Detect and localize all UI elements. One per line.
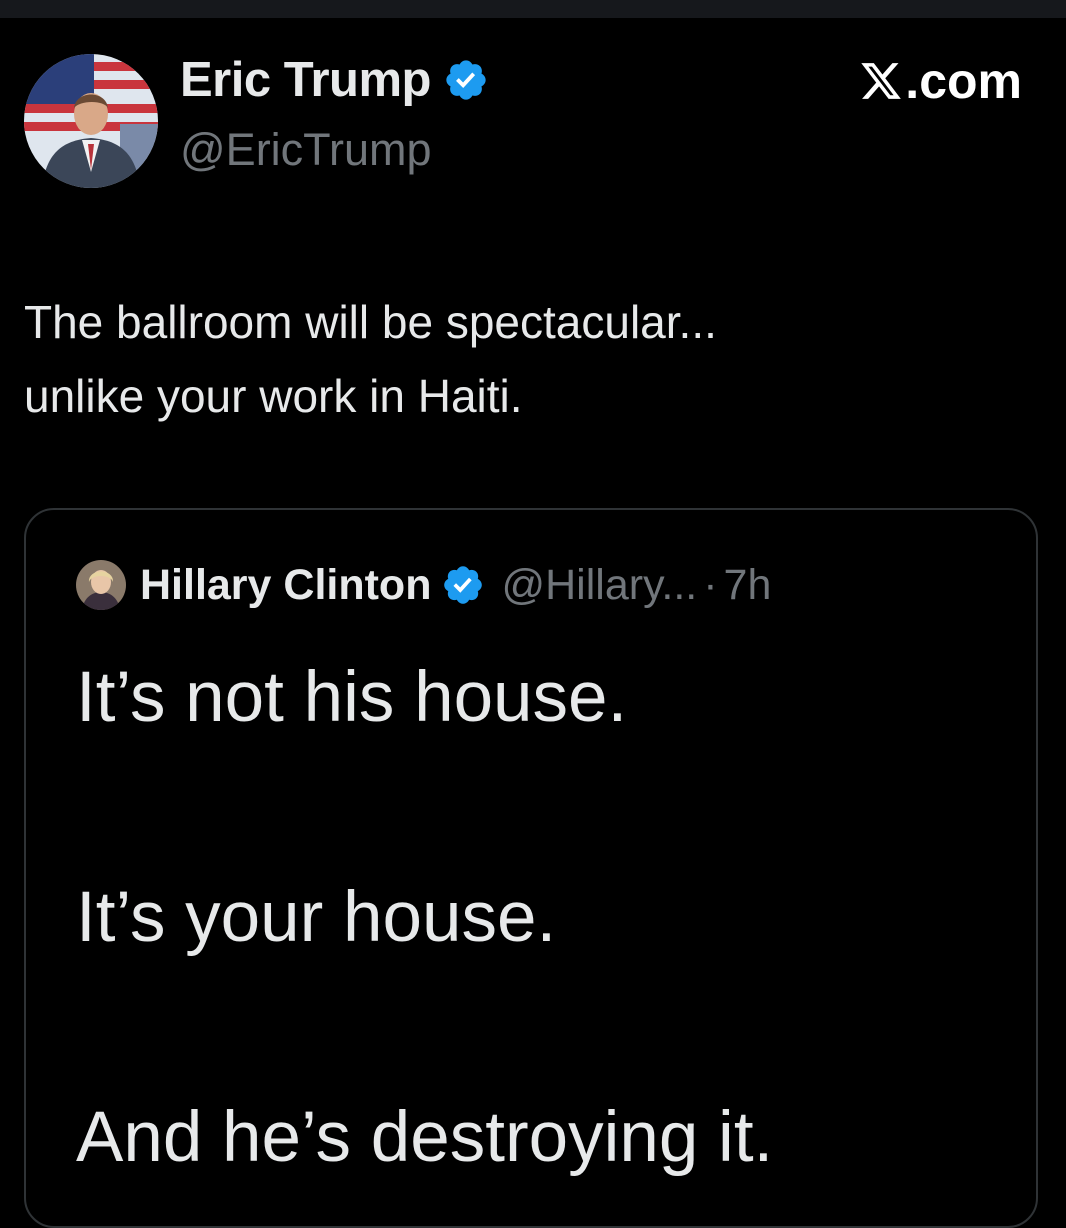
brand-suffix: .com [905,53,1022,109]
author-avatar[interactable] [24,54,158,188]
tweet-text-line: The ballroom will be spectacular... [24,296,717,348]
quoted-tweet-card[interactable]: Hillary Clinton @Hillary... · 7h It’s no… [24,508,1038,1228]
tweet-text-line: unlike your work in Haiti. [24,370,523,422]
author-handle[interactable]: @EricTrump [180,124,432,176]
quoted-author-avatar-image [76,560,126,610]
quoted-author-handle[interactable]: @Hillary... [501,561,697,610]
author-name-row[interactable]: Eric Trump [180,52,489,108]
quoted-author-avatar[interactable] [76,560,126,610]
quoted-author-display-name[interactable]: Hillary Clinton [140,561,431,610]
quoted-verified-badge-icon [444,566,483,604]
quoted-tweet-line: And he’s destroying it. [76,1098,774,1177]
quoted-meta-separator: · [703,560,718,609]
verified-badge-icon [446,60,486,100]
quoted-tweet-timestamp[interactable]: 7h [724,561,772,610]
author-avatar-image [24,54,158,188]
tweet-text: The ballroom will be spectacular... unli… [24,285,1034,433]
quoted-tweet-line: It’s not his house. [76,658,628,737]
brand-x-com: .com [859,52,1022,110]
x-logo-icon [861,63,902,99]
quoted-tweet-header: Hillary Clinton @Hillary... · 7h [76,560,771,610]
top-status-strip [0,0,1066,18]
quoted-tweet-line: It’s your house. [76,878,557,957]
author-display-name[interactable]: Eric Trump [180,52,431,108]
